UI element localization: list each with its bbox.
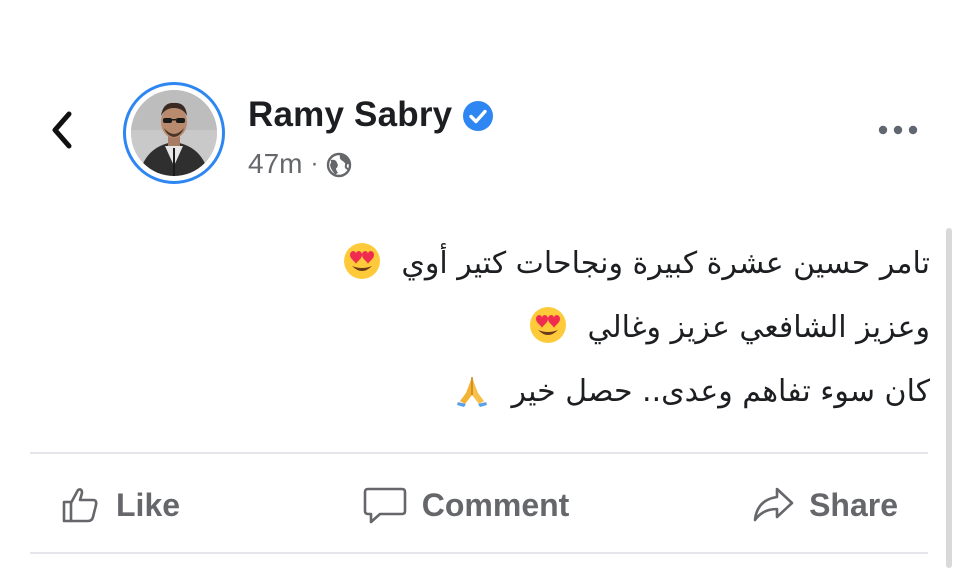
heart-eyes-emoji-icon — [529, 306, 566, 343]
post-line: كان سوء تفاهم وعدى.. حصل خير — [230, 360, 930, 424]
share-button[interactable]: Share — [721, 484, 928, 526]
scrollbar[interactable] — [946, 228, 952, 568]
globe-icon — [327, 152, 352, 178]
share-label: Share — [809, 486, 898, 523]
avatar[interactable] — [123, 82, 225, 184]
post-line: تامر حسين عشرة كبيرة ونجاحات كتير أوي — [230, 232, 930, 296]
post-meta: 47m · — [248, 148, 352, 180]
more-options-icon[interactable] — [872, 115, 924, 145]
comment-label: Comment — [421, 486, 570, 523]
post-line: وعزيز الشافعي عزيز وغالي — [230, 296, 930, 360]
post-body: تامر حسين عشرة كبيرة ونجاحات كتير أوي وع… — [230, 232, 930, 424]
speech-bubble-icon — [363, 487, 407, 524]
actions-bottom-divider — [30, 552, 928, 554]
post-line-text: كان سوء تفاهم وعدى.. حصل خير — [511, 374, 930, 409]
share-arrow-icon — [753, 487, 794, 522]
heart-eyes-emoji-icon — [343, 242, 380, 279]
avatar-photo — [131, 90, 217, 176]
author-name[interactable]: Ramy Sabry — [248, 95, 452, 135]
folded-hands-emoji-icon — [457, 376, 487, 407]
post-line-text: تامر حسين عشرة كبيرة ونجاحات كتير أوي — [401, 246, 930, 281]
like-label: Like — [116, 486, 181, 523]
meta-separator: · — [310, 150, 319, 177]
actions-top-divider — [30, 452, 928, 454]
back-chevron-icon[interactable] — [40, 108, 84, 152]
comment-button[interactable]: Comment — [332, 484, 600, 526]
thumbs-up-icon — [62, 488, 98, 523]
post-actions: Like Comment Share — [30, 470, 928, 540]
post-time[interactable]: 47m — [248, 148, 302, 180]
post-author: Ramy Sabry — [248, 95, 494, 135]
verified-badge-icon — [463, 101, 494, 131]
post-line-text: وعزيز الشافعي عزيز وغالي — [587, 310, 930, 345]
like-button[interactable]: Like — [30, 484, 210, 526]
post-screen: Ramy Sabry 47m · تامر حسين عشرة كبيرة ون… — [0, 0, 960, 568]
